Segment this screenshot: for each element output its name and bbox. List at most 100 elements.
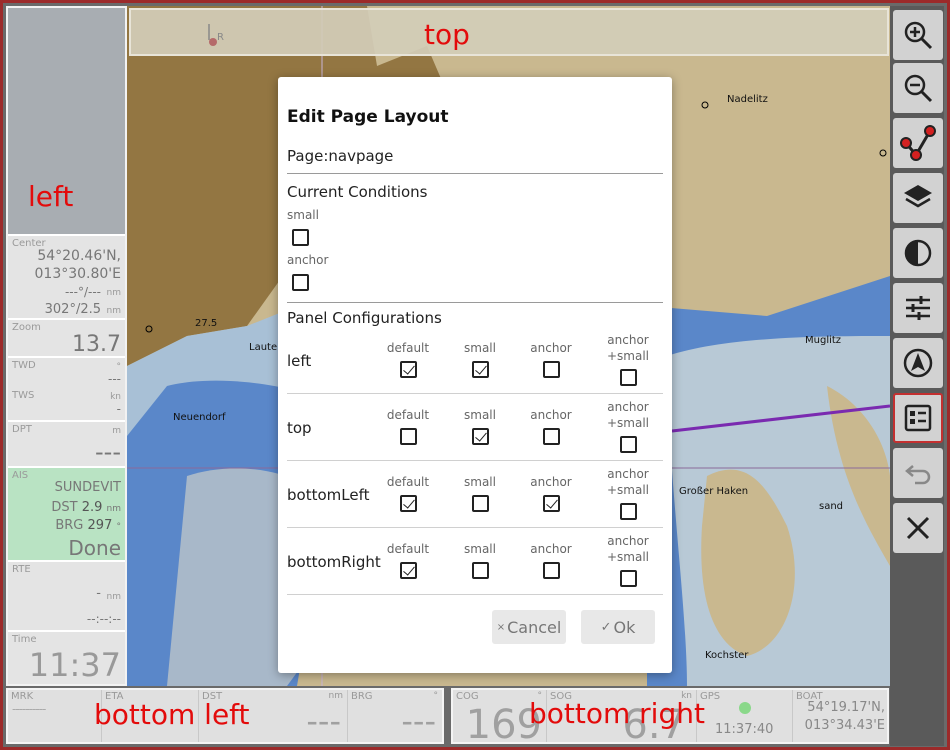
zone-label-bottom-right: bottom right <box>529 697 705 730</box>
column-header-line: +small <box>606 416 650 430</box>
zone-label-bottom-left: bottom left <box>94 698 250 731</box>
panel-bottomleft-anchor-small-checkbox[interactable] <box>620 503 637 520</box>
contrast-icon <box>904 239 932 267</box>
zoom-out-button[interactable] <box>893 63 943 113</box>
route-button[interactable] <box>893 118 943 168</box>
column-header: anchor +small <box>598 399 658 431</box>
dst-value: --- <box>306 702 341 740</box>
column-header-line: default <box>386 408 430 422</box>
column-header-line: small <box>464 408 496 422</box>
navigation-button[interactable] <box>893 338 943 388</box>
ais-dst-label: DST <box>51 500 78 515</box>
tws-widget[interactable]: TWS kn - <box>8 388 125 420</box>
panel-top-default-checkbox[interactable] <box>400 428 417 445</box>
panel-bottomright-anchor-small-checkbox[interactable] <box>620 570 637 587</box>
column-header-line: anchor <box>530 341 572 355</box>
zoom-widget[interactable]: Zoom 13.7 <box>8 318 125 357</box>
column-header-line: small <box>464 475 496 489</box>
zoom-in-button[interactable] <box>893 10 943 60</box>
map-label-sand: sand <box>819 501 844 512</box>
depth-label: DPT <box>12 424 32 435</box>
close-button[interactable] <box>893 503 943 553</box>
dialog-page-name: Page:navpage <box>287 147 394 165</box>
boat-lon: 013°34.43'E <box>804 718 885 733</box>
contrast-button[interactable] <box>893 228 943 278</box>
twd-label: TWD <box>12 360 36 371</box>
boat-lat: 54°19.17'N, <box>807 700 885 715</box>
layers-button[interactable] <box>893 173 943 223</box>
condition-anchor-checkbox[interactable] <box>292 274 309 291</box>
condition-small-checkbox[interactable] <box>292 229 309 246</box>
panel-top-small-checkbox[interactable] <box>472 428 489 445</box>
time-label: Time <box>12 634 37 645</box>
edit-layout-button[interactable] <box>893 393 943 443</box>
column-header-line: small <box>464 542 496 556</box>
panel-name: bottomRight <box>287 553 381 571</box>
twd-widget[interactable]: TWD ° --- <box>8 356 125 388</box>
panel-bottomright-anchor-checkbox[interactable] <box>543 562 560 579</box>
column-header-line: default <box>386 542 430 556</box>
ais-label: AIS <box>12 470 29 481</box>
column-header-line: anchor <box>530 475 572 489</box>
column-header: small <box>450 541 510 557</box>
cancel-button[interactable]: × Cancel <box>492 610 566 644</box>
column-header-line: default <box>386 475 430 489</box>
column-header: anchor +small <box>598 466 658 498</box>
panel-top-anchor-checkbox[interactable] <box>543 428 560 445</box>
current-conditions-heading: Current Conditions <box>287 183 428 201</box>
map-label-muglitz: Muglitz <box>805 335 842 346</box>
ais-vessel-name: SUNDEVIT <box>54 480 121 495</box>
gps-widget[interactable]: GPS 11:37:40 <box>697 690 793 742</box>
tws-value: - <box>116 402 121 416</box>
panel-bottomright-default-checkbox[interactable] <box>400 562 417 579</box>
time-widget[interactable]: Time 11:37 <box>8 630 125 684</box>
settings-button[interactable] <box>893 283 943 333</box>
column-header-line: anchor <box>607 333 649 347</box>
left-panel: left Center 54°20.46'N, 013°30.80'E ---°… <box>6 6 127 686</box>
panel-name: top <box>287 419 312 437</box>
panel-name: bottomLeft <box>287 486 370 504</box>
tws-label: TWS <box>12 390 35 401</box>
panel-left-default-checkbox[interactable] <box>400 361 417 378</box>
gps-status-icon <box>739 702 751 714</box>
ais-widget[interactable]: AIS SUNDEVIT DST 2.9 nm BRG 297 ° Done <box>8 466 125 560</box>
mrk-label: MRK <box>11 691 34 702</box>
map-label-depth: 27.5 <box>195 318 218 329</box>
top-panel: R top <box>129 8 889 56</box>
mrk-widget[interactable]: MRK ---------- <box>8 690 102 742</box>
boat-widget[interactable]: BOAT 54°19.17'N, 013°34.43'E <box>793 690 887 742</box>
panel-top-anchor-small-checkbox[interactable] <box>620 436 637 453</box>
panel-left-anchor-checkbox[interactable] <box>543 361 560 378</box>
panel-left-small-checkbox[interactable] <box>472 361 489 378</box>
route-unit: nm <box>106 592 121 602</box>
column-header: default <box>378 407 438 423</box>
ok-button[interactable]: ✓ Ok <box>581 610 655 644</box>
panel-left-anchor-small-checkbox[interactable] <box>620 369 637 386</box>
ais-brg: BRG 297 ° <box>55 518 121 533</box>
condition-anchor-label: anchor <box>287 253 329 267</box>
map-label-neuendorf: Neuendorf <box>173 412 226 423</box>
brg-widget[interactable]: BRG ° --- <box>348 690 442 742</box>
route-widget[interactable]: RTE - nm --:--:-- <box>8 560 125 630</box>
left-panel-empty-area: left <box>8 8 125 234</box>
layers-icon <box>904 185 932 208</box>
ais-dst: DST 2.9 nm <box>51 500 121 515</box>
column-header: anchor <box>521 407 581 423</box>
time-value: 11:37 <box>28 646 121 684</box>
depth-unit: m <box>112 426 121 436</box>
panel-bottomleft-anchor-checkbox[interactable] <box>543 495 560 512</box>
panel-bottomleft-small-checkbox[interactable] <box>472 495 489 512</box>
brg-value: --- <box>401 702 436 740</box>
panel-bottomright-small-checkbox[interactable] <box>472 562 489 579</box>
column-header-line: +small <box>606 483 650 497</box>
map-label-kochsteg: Kochster <box>705 650 749 661</box>
dst-unit: nm <box>328 691 343 701</box>
center-widget[interactable]: Center 54°20.46'N, 013°30.80'E ---°/--- … <box>8 234 125 318</box>
undo-button[interactable] <box>893 448 943 498</box>
column-header-line: default <box>386 341 430 355</box>
twd-unit: ° <box>116 362 122 372</box>
column-header-line: anchor <box>607 400 649 414</box>
depth-widget[interactable]: DPT m --- <box>8 420 125 466</box>
ais-brg-label: BRG <box>55 518 84 533</box>
panel-bottomleft-default-checkbox[interactable] <box>400 495 417 512</box>
